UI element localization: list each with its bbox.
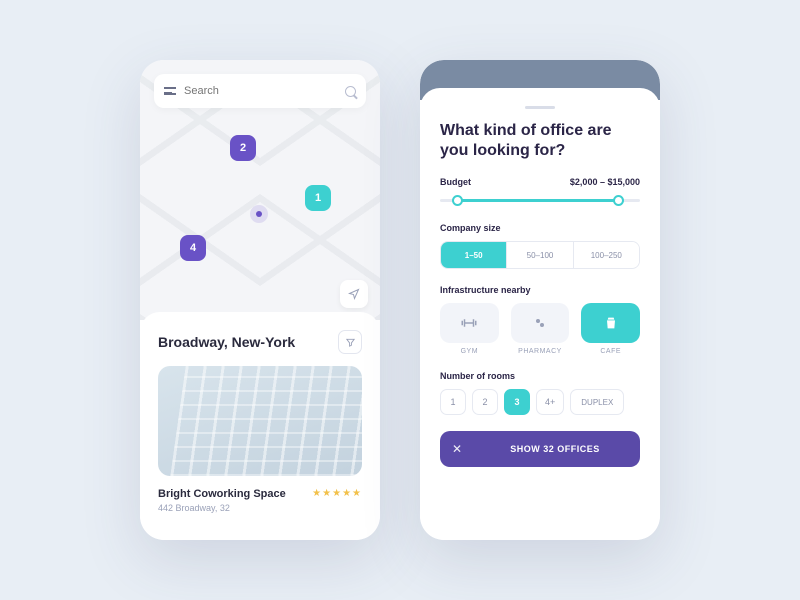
budget-value: $2,000 – $15,000 xyxy=(570,177,640,187)
search-icon[interactable] xyxy=(345,86,356,97)
listing-name: Bright Coworking Space xyxy=(158,488,286,500)
map[interactable]: 2 1 4 xyxy=(140,60,380,320)
infra-label: Infrastructure nearby xyxy=(440,285,640,295)
map-search-screen: 2 1 4 Broadway, New-York Bright Coworkin… xyxy=(140,60,380,540)
infra-cafe[interactable] xyxy=(581,303,640,343)
drag-handle[interactable] xyxy=(525,106,555,109)
rating-stars: ★★★★★ xyxy=(312,488,362,499)
infra-pharmacy[interactable] xyxy=(511,303,570,343)
location-title: Broadway, New-York xyxy=(158,334,295,350)
results-card: Broadway, New-York Bright Coworking Spac… xyxy=(140,312,380,540)
menu-icon[interactable] xyxy=(164,87,176,95)
budget-label: Budget xyxy=(440,177,471,187)
show-results-button[interactable]: ✕ SHOW 32 OFFICES xyxy=(440,431,640,467)
size-opt-2[interactable]: 100–250 xyxy=(574,242,639,268)
room-4plus[interactable]: 4+ xyxy=(536,389,564,415)
infra-gym[interactable] xyxy=(440,303,499,343)
close-icon[interactable]: ✕ xyxy=(452,442,462,456)
filter-button[interactable] xyxy=(338,330,362,354)
rooms-options: 1 2 3 4+ DUPLEX xyxy=(440,389,640,415)
map-pin-2[interactable]: 2 xyxy=(230,135,256,161)
slider-thumb-max[interactable] xyxy=(613,195,624,206)
search-bar xyxy=(154,74,366,108)
infra-cafe-label: CAFE xyxy=(581,348,640,355)
map-pin-1[interactable]: 1 xyxy=(305,185,331,211)
room-duplex[interactable]: DUPLEX xyxy=(570,389,624,415)
search-input[interactable] xyxy=(184,85,337,97)
page-title: What kind of office are you looking for? xyxy=(440,121,640,161)
infra-options: GYM PHARMACY CAFE xyxy=(440,303,640,355)
room-2[interactable]: 2 xyxy=(472,389,498,415)
room-1[interactable]: 1 xyxy=(440,389,466,415)
filters-sheet: What kind of office are you looking for?… xyxy=(420,88,660,540)
rooms-label: Number of rooms xyxy=(440,371,640,381)
slider-thumb-min[interactable] xyxy=(452,195,463,206)
filters-screen: What kind of office are you looking for?… xyxy=(420,60,660,540)
budget-slider[interactable] xyxy=(440,193,640,207)
company-size-label: Company size xyxy=(440,223,640,233)
locate-me-button[interactable] xyxy=(340,280,368,308)
listing-image[interactable] xyxy=(158,366,362,476)
map-pin-4[interactable]: 4 xyxy=(180,235,206,261)
infra-gym-label: GYM xyxy=(440,348,499,355)
size-opt-0[interactable]: 1–50 xyxy=(441,242,507,268)
listing-address: 442 Broadway, 32 xyxy=(158,503,286,513)
cta-label: SHOW 32 OFFICES xyxy=(482,444,628,454)
current-location-dot xyxy=(250,205,268,223)
infra-pharmacy-label: PHARMACY xyxy=(511,348,570,355)
size-opt-1[interactable]: 50–100 xyxy=(507,242,573,268)
company-size-segmented: 1–50 50–100 100–250 xyxy=(440,241,640,269)
room-3[interactable]: 3 xyxy=(504,389,530,415)
